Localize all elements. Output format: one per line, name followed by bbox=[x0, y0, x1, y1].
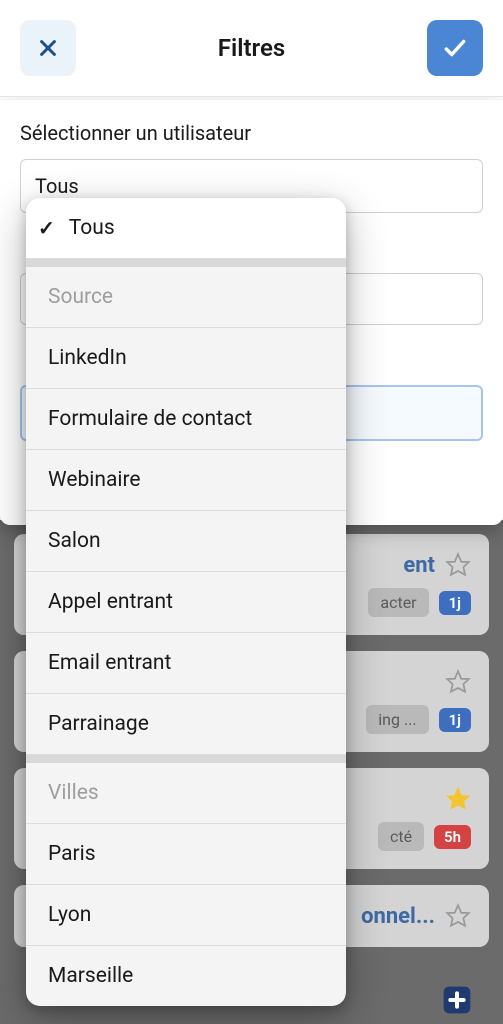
check-icon bbox=[442, 35, 468, 61]
confirm-button[interactable] bbox=[427, 20, 483, 76]
dropdown-option-salon[interactable]: Salon bbox=[26, 511, 346, 572]
card-title: ent bbox=[403, 553, 435, 578]
card-tag: cté bbox=[378, 822, 424, 851]
filter-header: Filtres bbox=[0, 0, 503, 97]
star-outline-icon bbox=[445, 669, 471, 695]
close-icon bbox=[37, 37, 59, 59]
star-outline-icon bbox=[445, 903, 471, 929]
dropdown-option-linkedin[interactable]: LinkedIn bbox=[26, 328, 346, 389]
time-badge: 1j bbox=[439, 591, 471, 615]
dropdown-option-marseille[interactable]: Marseille bbox=[26, 946, 346, 1006]
plus-icon[interactable] bbox=[441, 984, 473, 1016]
card-tag: acter bbox=[368, 588, 428, 617]
dropdown-option-contact-form[interactable]: Formulaire de contact bbox=[26, 389, 346, 450]
card-title: onnel... bbox=[361, 904, 435, 929]
dropdown-divider bbox=[26, 259, 346, 267]
dropdown-option-lyon[interactable]: Lyon bbox=[26, 885, 346, 946]
time-badge: 5h bbox=[434, 825, 471, 849]
dropdown-option-inbound-call[interactable]: Appel entrant bbox=[26, 572, 346, 633]
filter-dropdown: Tous Source LinkedIn Formulaire de conta… bbox=[26, 198, 346, 1006]
star-outline-icon bbox=[445, 552, 471, 578]
dropdown-divider bbox=[26, 755, 346, 763]
dropdown-option-referral[interactable]: Parrainage bbox=[26, 694, 346, 755]
dropdown-option-paris[interactable]: Paris bbox=[26, 824, 346, 885]
dropdown-option-label: Tous bbox=[69, 216, 115, 240]
dropdown-option-inbound-email[interactable]: Email entrant bbox=[26, 633, 346, 694]
time-badge: 1j bbox=[439, 708, 471, 732]
dropdown-section-source: Source bbox=[26, 267, 346, 328]
close-button[interactable] bbox=[20, 20, 76, 76]
dropdown-section-cities: Villes bbox=[26, 763, 346, 824]
star-filled-icon bbox=[445, 786, 471, 812]
page-title: Filtres bbox=[218, 34, 285, 62]
card-tag: ing ... bbox=[366, 705, 428, 734]
dropdown-option-all[interactable]: Tous bbox=[26, 198, 346, 259]
user-select-label: Sélectionner un utilisateur bbox=[20, 121, 483, 145]
dropdown-option-webinar[interactable]: Webinaire bbox=[26, 450, 346, 511]
